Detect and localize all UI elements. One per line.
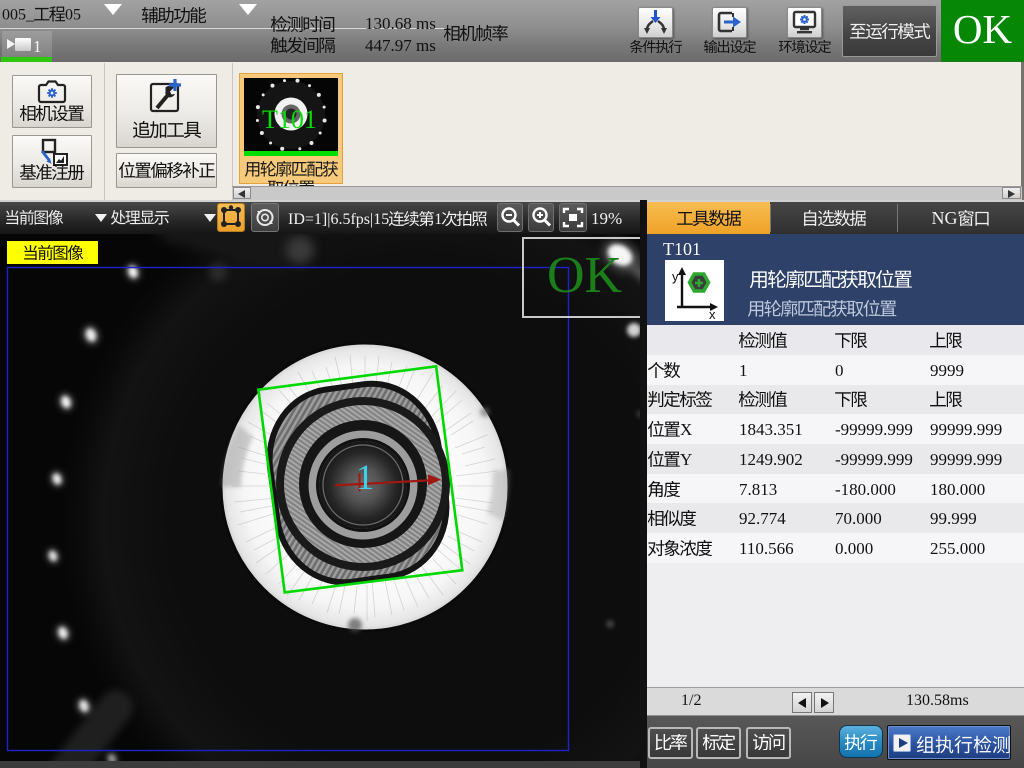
svg-text:y: y (672, 269, 679, 284)
svg-text:x: x (709, 307, 716, 321)
svg-text:1: 1 (356, 457, 374, 497)
